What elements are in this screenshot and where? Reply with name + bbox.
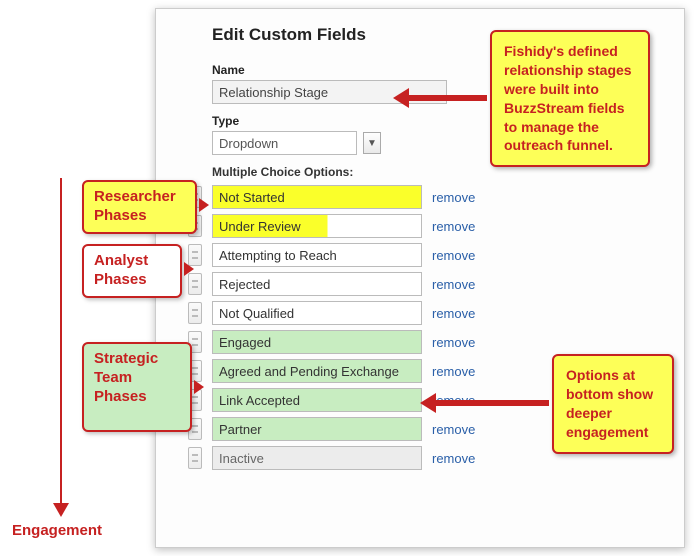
remove-link[interactable]: remove — [432, 277, 475, 292]
remove-link[interactable]: remove — [432, 422, 475, 437]
annotation-pointer-icon — [199, 198, 209, 212]
type-select[interactable]: Dropdown — [212, 131, 357, 155]
remove-link[interactable]: remove — [432, 364, 475, 379]
option-row: remove — [212, 330, 664, 354]
option-row: remove — [212, 301, 664, 325]
type-select-value: Dropdown — [219, 136, 278, 151]
option-row: remove — [212, 214, 664, 238]
annotation-pointer-icon — [194, 380, 204, 394]
drag-handle-icon[interactable] — [188, 447, 202, 469]
annotation-fishidy-explainer: Fishidy's defined relationship stages we… — [490, 30, 650, 167]
annotation-researcher-phases: Researcher Phases — [82, 180, 197, 234]
option-row: remove — [212, 243, 664, 267]
option-input[interactable] — [212, 272, 422, 296]
option-input[interactable] — [212, 359, 422, 383]
option-input[interactable] — [212, 243, 422, 267]
multiple-choice-label: Multiple Choice Options: — [212, 165, 664, 179]
option-input[interactable] — [212, 301, 422, 325]
drag-handle-icon[interactable] — [188, 302, 202, 324]
option-row: remove — [212, 185, 664, 209]
engagement-arrow-line — [60, 178, 62, 508]
annotation-strategic-team-phases: Strategic Team Phases — [82, 342, 192, 432]
option-input[interactable] — [212, 214, 422, 238]
option-row: remove — [212, 272, 664, 296]
remove-link[interactable]: remove — [432, 248, 475, 263]
remove-link[interactable]: remove — [432, 335, 475, 350]
remove-link[interactable]: remove — [432, 219, 475, 234]
remove-link[interactable]: remove — [432, 451, 475, 466]
chevron-down-icon[interactable]: ▼ — [363, 132, 381, 154]
annotation-analyst-phases: Analyst Phases — [82, 244, 182, 298]
remove-link[interactable]: remove — [432, 306, 475, 321]
annotation-pointer-icon — [184, 262, 194, 276]
arrow-down-icon — [53, 503, 69, 517]
annotation-deeper-engagement: Options at bottom show deeper engagement — [552, 354, 674, 454]
option-input[interactable] — [212, 185, 422, 209]
option-input[interactable] — [212, 417, 422, 441]
option-input[interactable] — [212, 446, 422, 470]
arrow-left-icon — [434, 400, 549, 406]
remove-link[interactable]: remove — [432, 190, 475, 205]
option-input[interactable] — [212, 330, 422, 354]
option-input[interactable] — [212, 388, 422, 412]
engagement-label: Engagement — [12, 522, 102, 539]
drag-handle-icon[interactable] — [188, 273, 202, 295]
arrow-left-icon — [407, 95, 487, 101]
